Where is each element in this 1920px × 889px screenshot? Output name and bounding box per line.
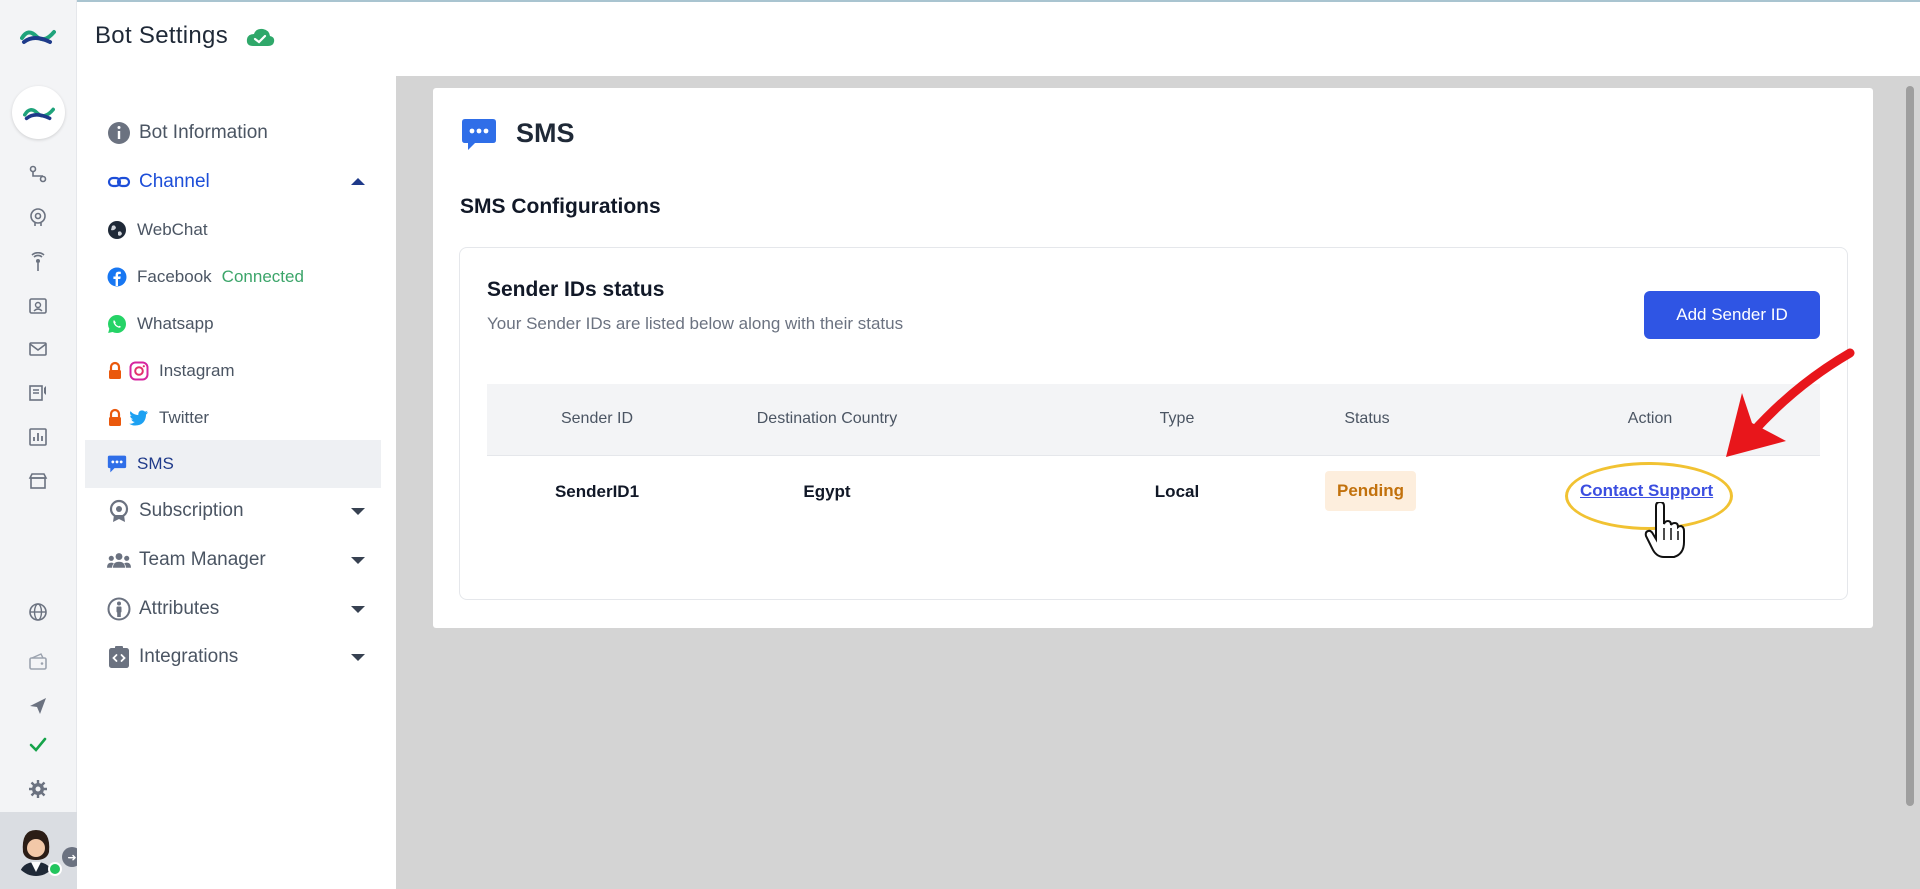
nav-webchat-label: WebChat: [137, 220, 208, 239]
column-header-type: Type: [1159, 410, 1195, 427]
column-header-sender-id: Sender ID: [560, 410, 634, 427]
column-header-status: Status: [1344, 410, 1390, 427]
cell-type: Local: [1154, 482, 1200, 501]
nav-integrations[interactable]: Integrations: [85, 635, 381, 679]
globe-icon: [107, 220, 127, 240]
bot-avatar-icon[interactable]: [12, 86, 65, 139]
whatsapp-icon: [107, 314, 127, 334]
nav-attributes[interactable]: Attributes: [85, 587, 381, 631]
code-clipboard-icon: [107, 645, 131, 669]
nav-subscription-label: Subscription: [139, 500, 244, 521]
nav-webchat[interactable]: WebChat: [85, 210, 381, 250]
chevron-down-icon[interactable]: [351, 508, 365, 515]
campaign-icon[interactable]: [26, 381, 50, 405]
settings-nav: Bot Information Channel WebChat Facebook…: [77, 76, 396, 889]
person-circle-icon: [107, 597, 131, 621]
nav-subscription[interactable]: Subscription: [85, 489, 381, 533]
card-subtitle: Your Sender IDs are listed below along w…: [487, 314, 904, 333]
cell-sender-id: SenderID1: [554, 482, 640, 501]
nav-instagram-label: Instagram: [159, 361, 235, 380]
info-icon: [107, 121, 131, 145]
sms-icon: [461, 116, 497, 152]
top-bar: Bot Settings: [77, 0, 1920, 76]
nav-instagram[interactable]: Instagram: [85, 351, 381, 391]
chevron-up-icon[interactable]: [351, 178, 365, 185]
chevron-down-icon[interactable]: [351, 654, 365, 661]
nav-twitter[interactable]: Twitter: [85, 398, 381, 438]
instagram-icon: [129, 361, 149, 381]
online-status-dot: [48, 862, 62, 876]
check-icon[interactable]: [26, 733, 50, 757]
nav-team-manager[interactable]: Team Manager: [85, 538, 381, 582]
nav-channel-label: Channel: [139, 171, 210, 192]
wallet-icon[interactable]: [26, 650, 50, 674]
nav-attributes-label: Attributes: [139, 598, 220, 619]
chevron-down-icon[interactable]: [351, 557, 365, 564]
nav-bot-information[interactable]: Bot Information: [85, 111, 381, 155]
facebook-icon: [107, 267, 127, 287]
status-badge: Pending: [1325, 471, 1417, 511]
lock-icon: [107, 408, 123, 428]
table-header: Sender ID Destination Country Type Statu…: [487, 384, 1820, 456]
analytics-icon[interactable]: [26, 425, 50, 449]
sender-ids-card: Sender IDs status Your Sender IDs are li…: [459, 247, 1848, 600]
column-header-destination-country: Destination Country: [756, 410, 898, 427]
nav-facebook[interactable]: Facebook Connected: [85, 257, 381, 297]
hand-cursor-icon: [1644, 502, 1685, 558]
user-profile[interactable]: ➜: [0, 812, 82, 889]
cloud-check-icon: [245, 26, 275, 48]
nav-sms-label: SMS: [137, 454, 174, 473]
page-scrollbar[interactable]: [1906, 86, 1914, 806]
brain-icon[interactable]: [26, 205, 50, 229]
flow-icon[interactable]: [26, 162, 50, 186]
red-arrow-annotation: [1726, 348, 1855, 457]
nav-facebook-label: Facebook: [137, 267, 212, 286]
brand-logo-icon[interactable]: [20, 24, 56, 48]
mail-icon[interactable]: [26, 337, 50, 361]
chevron-down-icon[interactable]: [351, 606, 365, 613]
contacts-icon[interactable]: [26, 294, 50, 318]
card-title: Sender IDs status: [487, 278, 665, 301]
twitter-icon: [129, 408, 149, 428]
nav-sms[interactable]: SMS: [85, 440, 381, 488]
broadcast-icon[interactable]: [26, 250, 50, 274]
gear-icon[interactable]: [26, 777, 50, 801]
nav-team-manager-label: Team Manager: [139, 549, 266, 570]
nav-integrations-label: Integrations: [139, 646, 239, 667]
store-icon[interactable]: [26, 469, 50, 493]
nav-twitter-label: Twitter: [159, 408, 210, 427]
add-sender-id-button[interactable]: Add Sender ID: [1644, 291, 1820, 339]
sms-icon: [107, 454, 127, 474]
nav-channel[interactable]: Channel: [85, 160, 381, 204]
team-icon: [107, 548, 131, 572]
section-title: SMS Configurations: [460, 195, 661, 218]
nav-whatsapp-label: Whatsapp: [137, 314, 214, 333]
lock-icon: [107, 361, 123, 381]
link-icon: [107, 170, 131, 194]
badge-icon: [107, 499, 131, 523]
globe-icon[interactable]: [26, 600, 50, 624]
icon-rail: ➜: [0, 0, 82, 889]
nav-bot-information-label: Bot Information: [139, 122, 268, 143]
cell-destination-country: Egypt: [803, 482, 851, 501]
nav-whatsapp[interactable]: Whatsapp: [85, 304, 381, 344]
send-icon[interactable]: [26, 694, 50, 718]
panel-title: SMS: [516, 118, 575, 148]
facebook-connected-badge: Connected: [221, 267, 304, 286]
page-title: Bot Settings: [95, 22, 229, 49]
